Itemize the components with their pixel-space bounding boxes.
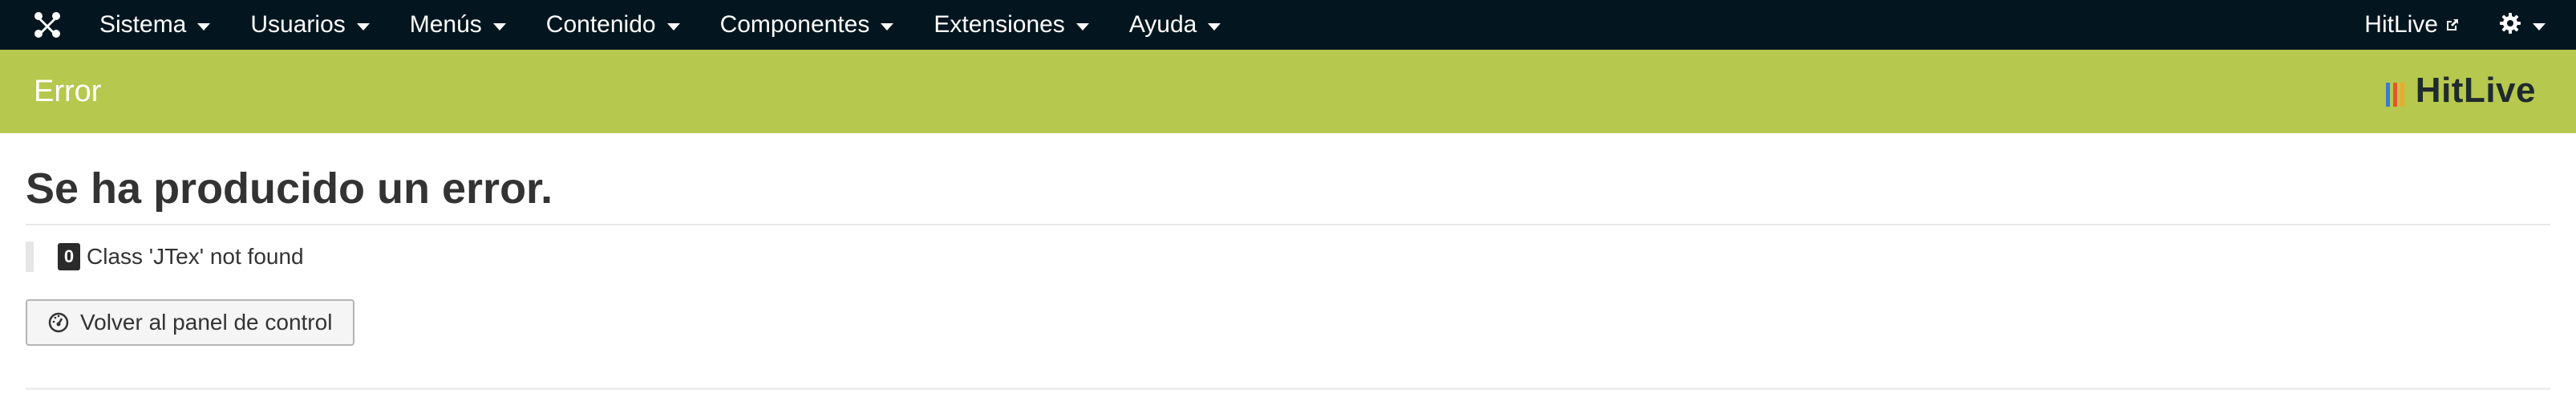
- error-message: Class 'JTex' not found: [87, 244, 304, 270]
- navbar-right: HitLive: [2364, 0, 2576, 50]
- settings-menu[interactable]: [2499, 12, 2546, 39]
- error-blockquote: 0 Class 'JTex' not found: [26, 242, 2550, 273]
- joomla-logo-icon[interactable]: [0, 0, 95, 50]
- divider: [26, 388, 2550, 390]
- main-menu: Sistema Usuarios Menús Contenido Compone…: [95, 0, 1256, 50]
- error-heading: Se ha producido un error.: [26, 164, 2550, 226]
- menu-menus[interactable]: Menús: [405, 0, 525, 50]
- top-navbar: Sistema Usuarios Menús Contenido Compone…: [0, 0, 2576, 50]
- page-header: Error HitLive: [0, 50, 2576, 133]
- dashboard-icon: [48, 312, 69, 333]
- caret-down-icon: [492, 22, 506, 30]
- menu-label: Contenido: [545, 11, 656, 38]
- caret-down-icon: [197, 22, 211, 30]
- back-to-dashboard-button[interactable]: Volver al panel de control: [26, 299, 355, 347]
- back-button-label: Volver al panel de control: [80, 310, 333, 335]
- caret-down-icon: [2533, 22, 2546, 30]
- caret-down-icon: [666, 22, 680, 30]
- caret-down-icon: [1208, 22, 1221, 30]
- brand-bars-icon: [2385, 75, 2408, 107]
- menu-label: Menús: [409, 11, 482, 38]
- main-content: Se ha producido un error. 0 Class 'JTex'…: [26, 133, 2550, 347]
- page-title: Error: [34, 74, 102, 108]
- menu-label: Extensiones: [934, 11, 1065, 38]
- menu-label: Ayuda: [1128, 11, 1197, 38]
- menu-contenido[interactable]: Contenido: [541, 0, 699, 50]
- site-link[interactable]: HitLive: [2364, 11, 2461, 39]
- menu-extensiones[interactable]: Extensiones: [929, 0, 1108, 50]
- error-code-badge: 0: [58, 243, 80, 271]
- menu-usuarios[interactable]: Usuarios: [245, 0, 388, 50]
- gear-icon: [2499, 12, 2521, 39]
- menu-ayuda[interactable]: Ayuda: [1124, 0, 1241, 50]
- caret-down-icon: [356, 22, 370, 30]
- menu-label: Sistema: [99, 11, 187, 38]
- brand-logo: HitLive: [2385, 71, 2536, 111]
- site-link-label: HitLive: [2364, 11, 2438, 38]
- external-link-icon: [2444, 17, 2461, 33]
- caret-down-icon: [881, 22, 894, 30]
- menu-label: Usuarios: [250, 11, 346, 38]
- menu-label: Componentes: [719, 11, 870, 38]
- menu-componentes[interactable]: Componentes: [715, 0, 913, 50]
- caret-down-icon: [1075, 22, 1089, 30]
- menu-sistema[interactable]: Sistema: [95, 0, 229, 50]
- brand-name: HitLive: [2415, 71, 2536, 110]
